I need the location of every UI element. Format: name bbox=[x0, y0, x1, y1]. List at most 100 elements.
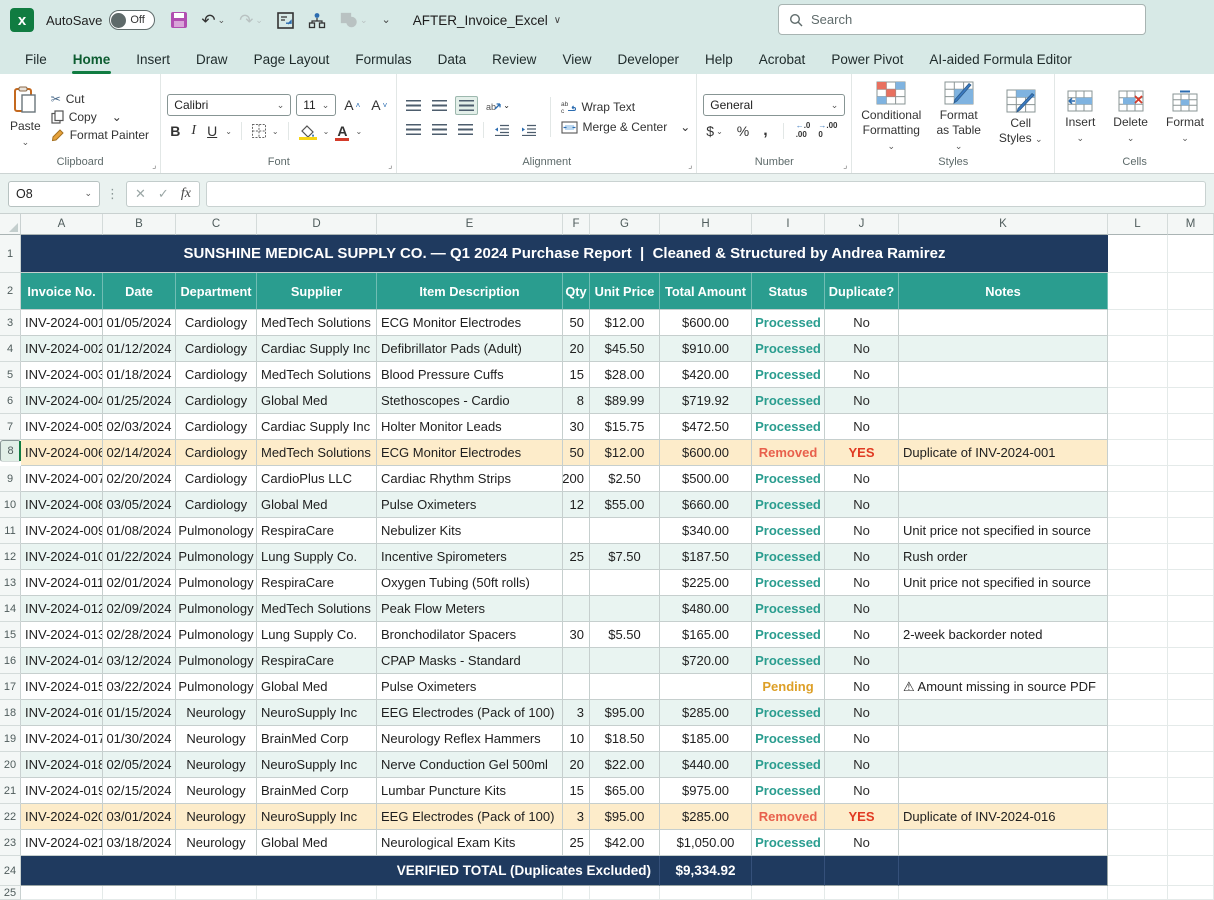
redo-button[interactable]: ↷⌄ bbox=[239, 12, 263, 29]
cell-status[interactable]: Processed bbox=[752, 388, 825, 414]
cell-qty[interactable] bbox=[563, 674, 590, 700]
tab-review[interactable]: Review bbox=[479, 45, 549, 74]
row-header-21[interactable]: 21 bbox=[0, 778, 21, 804]
column-title-8[interactable]: Status bbox=[752, 273, 825, 310]
cell-L[interactable] bbox=[1108, 726, 1168, 752]
cell-qty[interactable]: 200 bbox=[563, 466, 590, 492]
cell-unit-price[interactable] bbox=[590, 648, 660, 674]
cell-total[interactable]: $225.00 bbox=[660, 570, 752, 596]
format-as-table-button[interactable]: Format as Table ⌄ bbox=[928, 79, 989, 155]
comma-style-button[interactable]: , bbox=[760, 122, 770, 140]
cell-notes[interactable] bbox=[899, 830, 1108, 856]
cell-supplier[interactable]: MedTech Solutions bbox=[257, 310, 377, 336]
cell-notes[interactable] bbox=[899, 414, 1108, 440]
cell-L[interactable] bbox=[1108, 414, 1168, 440]
number-dialog-launcher[interactable]: ⌟ bbox=[843, 160, 847, 171]
row-header-4[interactable]: 4 bbox=[0, 336, 21, 362]
orientation-button[interactable]: ab⌄ bbox=[483, 96, 513, 115]
customize-qat-button[interactable]: ⌄ bbox=[382, 15, 391, 26]
cell-department[interactable]: Neurology bbox=[176, 804, 257, 830]
cell-item[interactable]: EEG Electrodes (Pack of 100) bbox=[377, 700, 563, 726]
cell-notes[interactable]: Rush order bbox=[899, 544, 1108, 570]
cell-notes[interactable] bbox=[899, 596, 1108, 622]
tab-power-pivot[interactable]: Power Pivot bbox=[818, 45, 916, 74]
cell-M[interactable] bbox=[1168, 362, 1214, 388]
cell-status[interactable]: Processed bbox=[752, 596, 825, 622]
cell-date[interactable]: 02/01/2024 bbox=[103, 570, 176, 596]
row-header-7[interactable]: 7 bbox=[0, 414, 21, 440]
cell-invoice[interactable]: INV-2024-003 bbox=[21, 362, 103, 388]
paste-table-button[interactable] bbox=[277, 12, 294, 29]
cell-invoice[interactable]: INV-2024-015 bbox=[21, 674, 103, 700]
cell-qty[interactable]: 3 bbox=[563, 804, 590, 830]
cell-supplier[interactable]: Lung Supply Co. bbox=[257, 622, 377, 648]
cell-invoice[interactable]: INV-2024-008 bbox=[21, 492, 103, 518]
cell-duplicate[interactable]: No bbox=[825, 388, 899, 414]
document-title[interactable]: AFTER_Invoice_Excel ∨ bbox=[413, 13, 561, 28]
cell-date[interactable]: 01/30/2024 bbox=[103, 726, 176, 752]
cell-duplicate[interactable]: No bbox=[825, 726, 899, 752]
increase-indent-button[interactable] bbox=[518, 121, 540, 139]
align-center-button[interactable] bbox=[429, 121, 450, 138]
row-header-22[interactable]: 22 bbox=[0, 804, 21, 830]
cell-duplicate[interactable]: No bbox=[825, 648, 899, 674]
cell-status[interactable]: Processed bbox=[752, 362, 825, 388]
cell-department[interactable]: Cardiology bbox=[176, 414, 257, 440]
row-header-11[interactable]: 11 bbox=[0, 518, 21, 544]
cell-L[interactable] bbox=[1108, 804, 1168, 830]
cell-invoice[interactable]: INV-2024-020 bbox=[21, 804, 103, 830]
cell-date[interactable]: 02/05/2024 bbox=[103, 752, 176, 778]
cell-I25[interactable] bbox=[752, 886, 825, 900]
cell-supplier[interactable]: BrainMed Corp bbox=[257, 726, 377, 752]
column-title-4[interactable]: Item Description bbox=[377, 273, 563, 310]
merge-center-button[interactable]: Merge & Center⌄ bbox=[561, 120, 691, 134]
cell-invoice[interactable]: INV-2024-005 bbox=[21, 414, 103, 440]
cell-C25[interactable] bbox=[176, 886, 257, 900]
column-title-5[interactable]: Qty bbox=[563, 273, 590, 310]
cell-duplicate[interactable]: No bbox=[825, 492, 899, 518]
cell-L[interactable] bbox=[1108, 362, 1168, 388]
cell-department[interactable]: Cardiology bbox=[176, 336, 257, 362]
cell-date[interactable]: 03/12/2024 bbox=[103, 648, 176, 674]
cell-qty[interactable]: 25 bbox=[563, 830, 590, 856]
cell-total[interactable]: $440.00 bbox=[660, 752, 752, 778]
cell-unit-price[interactable]: $12.00 bbox=[590, 440, 660, 466]
cell-invoice[interactable]: INV-2024-006 bbox=[21, 440, 103, 466]
cell-supplier[interactable]: RespiraCare bbox=[257, 570, 377, 596]
cell-total[interactable]: $600.00 bbox=[660, 440, 752, 466]
cell-invoice[interactable]: INV-2024-012 bbox=[21, 596, 103, 622]
row-header-24[interactable]: 24 bbox=[0, 856, 21, 886]
cell-supplier[interactable]: Cardiac Supply Inc bbox=[257, 336, 377, 362]
cell-L[interactable] bbox=[1108, 273, 1168, 310]
cell-L[interactable] bbox=[1108, 570, 1168, 596]
undo-button[interactable]: ↶⌄ bbox=[201, 12, 225, 29]
cell-department[interactable]: Neurology bbox=[176, 752, 257, 778]
cell-date[interactable]: 02/20/2024 bbox=[103, 466, 176, 492]
cell-notes[interactable] bbox=[899, 752, 1108, 778]
cell-M[interactable] bbox=[1168, 235, 1214, 273]
column-header-E[interactable]: E bbox=[377, 214, 563, 235]
decrease-font-button[interactable]: A˅ bbox=[368, 97, 390, 113]
cell-L[interactable] bbox=[1108, 440, 1168, 466]
cell-unit-price[interactable]: $15.75 bbox=[590, 414, 660, 440]
cell-L[interactable] bbox=[1108, 336, 1168, 362]
row-header-19[interactable]: 19 bbox=[0, 726, 21, 752]
fill-color-button[interactable] bbox=[298, 125, 318, 138]
report-title[interactable]: SUNSHINE MEDICAL SUPPLY CO. — Q1 2024 Pu… bbox=[21, 235, 1108, 273]
increase-font-button[interactable]: A˄ bbox=[341, 97, 363, 113]
cell-total[interactable]: $340.00 bbox=[660, 518, 752, 544]
cell-supplier[interactable]: CardioPlus LLC bbox=[257, 466, 377, 492]
cell-M[interactable] bbox=[1168, 804, 1214, 830]
cell-department[interactable]: Neurology bbox=[176, 700, 257, 726]
cell-department[interactable]: Cardiology bbox=[176, 492, 257, 518]
tab-page-layout[interactable]: Page Layout bbox=[241, 45, 343, 74]
cell-L[interactable] bbox=[1108, 544, 1168, 570]
cell-L[interactable] bbox=[1108, 700, 1168, 726]
cell-styles-button[interactable]: Cell Styles ⌄ bbox=[993, 87, 1048, 148]
cell-date[interactable]: 03/05/2024 bbox=[103, 492, 176, 518]
column-header-B[interactable]: B bbox=[103, 214, 176, 235]
footer-total[interactable]: $9,334.92 bbox=[660, 856, 752, 886]
cell-L[interactable] bbox=[1108, 596, 1168, 622]
cell-unit-price[interactable]: $18.50 bbox=[590, 726, 660, 752]
cell-M[interactable] bbox=[1168, 700, 1214, 726]
